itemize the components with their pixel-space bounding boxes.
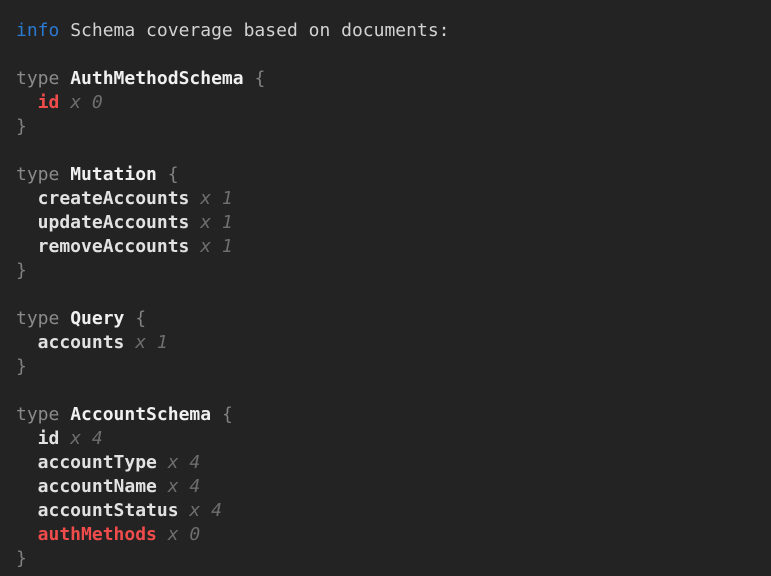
field-count: 4	[189, 452, 200, 473]
field-name: accounts	[38, 332, 125, 353]
block-end: }	[16, 115, 761, 139]
type-keyword: type	[16, 308, 59, 329]
field-count: 4	[189, 476, 200, 497]
field-coverage-line: id x 0	[16, 91, 761, 115]
type-keyword: type	[16, 68, 59, 89]
times-symbol: x	[168, 452, 179, 473]
times-symbol: x	[70, 428, 81, 449]
field-name: id	[38, 92, 60, 113]
field-count: 4	[92, 428, 103, 449]
field-count: 1	[222, 212, 233, 233]
type-name: Mutation	[70, 164, 157, 185]
info-label: info	[16, 20, 59, 41]
info-line: info Schema coverage based on documents:	[16, 19, 761, 43]
field-count: 1	[222, 236, 233, 257]
times-symbol: x	[200, 212, 211, 233]
field-name: authMethods	[38, 524, 157, 545]
open-brace: {	[254, 68, 265, 89]
times-symbol: x	[168, 524, 179, 545]
field-coverage-line: accountType x 4	[16, 451, 761, 475]
field-count: 0	[92, 92, 103, 113]
close-brace: }	[16, 260, 27, 281]
type-block-mutation: type Mutation { createAccounts x 1 updat…	[16, 163, 761, 283]
times-symbol: x	[200, 236, 211, 257]
type-keyword: type	[16, 164, 59, 185]
field-count: 4	[211, 500, 222, 521]
close-brace: }	[16, 116, 27, 137]
field-coverage-line: authMethods x 0	[16, 523, 761, 547]
open-brace: {	[135, 308, 146, 329]
type-declaration: type AccountSchema {	[16, 403, 761, 427]
times-symbol: x	[200, 188, 211, 209]
type-name: AccountSchema	[70, 404, 211, 425]
block-end: }	[16, 547, 761, 571]
field-name: updateAccounts	[38, 212, 190, 233]
field-name: accountStatus	[38, 500, 179, 521]
field-count: 0	[189, 524, 200, 545]
terminal-output: info Schema coverage based on documents:…	[0, 0, 771, 576]
type-declaration: type Mutation {	[16, 163, 761, 187]
type-declaration: type AuthMethodSchema {	[16, 67, 761, 91]
type-keyword: type	[16, 404, 59, 425]
field-coverage-line: accounts x 1	[16, 331, 761, 355]
field-coverage-line: updateAccounts x 1	[16, 211, 761, 235]
field-count: 1	[222, 188, 233, 209]
field-count: 1	[157, 332, 168, 353]
times-symbol: x	[168, 476, 179, 497]
field-name: accountType	[38, 452, 157, 473]
times-symbol: x	[189, 500, 200, 521]
info-message: Schema coverage based on documents:	[70, 20, 449, 41]
field-coverage-line: accountName x 4	[16, 475, 761, 499]
field-name: removeAccounts	[38, 236, 190, 257]
times-symbol: x	[70, 92, 81, 113]
type-name: Query	[70, 308, 124, 329]
type-declaration: type Query {	[16, 307, 761, 331]
field-coverage-line: accountStatus x 4	[16, 499, 761, 523]
type-block-query: type Query { accounts x 1 }	[16, 307, 761, 379]
field-name: accountName	[38, 476, 157, 497]
field-coverage-line: removeAccounts x 1	[16, 235, 761, 259]
times-symbol: x	[135, 332, 146, 353]
type-name: AuthMethodSchema	[70, 68, 243, 89]
field-coverage-line: createAccounts x 1	[16, 187, 761, 211]
block-end: }	[16, 259, 761, 283]
open-brace: {	[222, 404, 233, 425]
field-name: createAccounts	[38, 188, 190, 209]
block-end: }	[16, 355, 761, 379]
field-coverage-line: id x 4	[16, 427, 761, 451]
close-brace: }	[16, 356, 27, 377]
field-name: id	[38, 428, 60, 449]
type-block-accountschema: type AccountSchema { id x 4 accountType …	[16, 403, 761, 571]
open-brace: {	[168, 164, 179, 185]
type-block-authmethodschema: type AuthMethodSchema { id x 0 }	[16, 67, 761, 139]
close-brace: }	[16, 548, 27, 569]
